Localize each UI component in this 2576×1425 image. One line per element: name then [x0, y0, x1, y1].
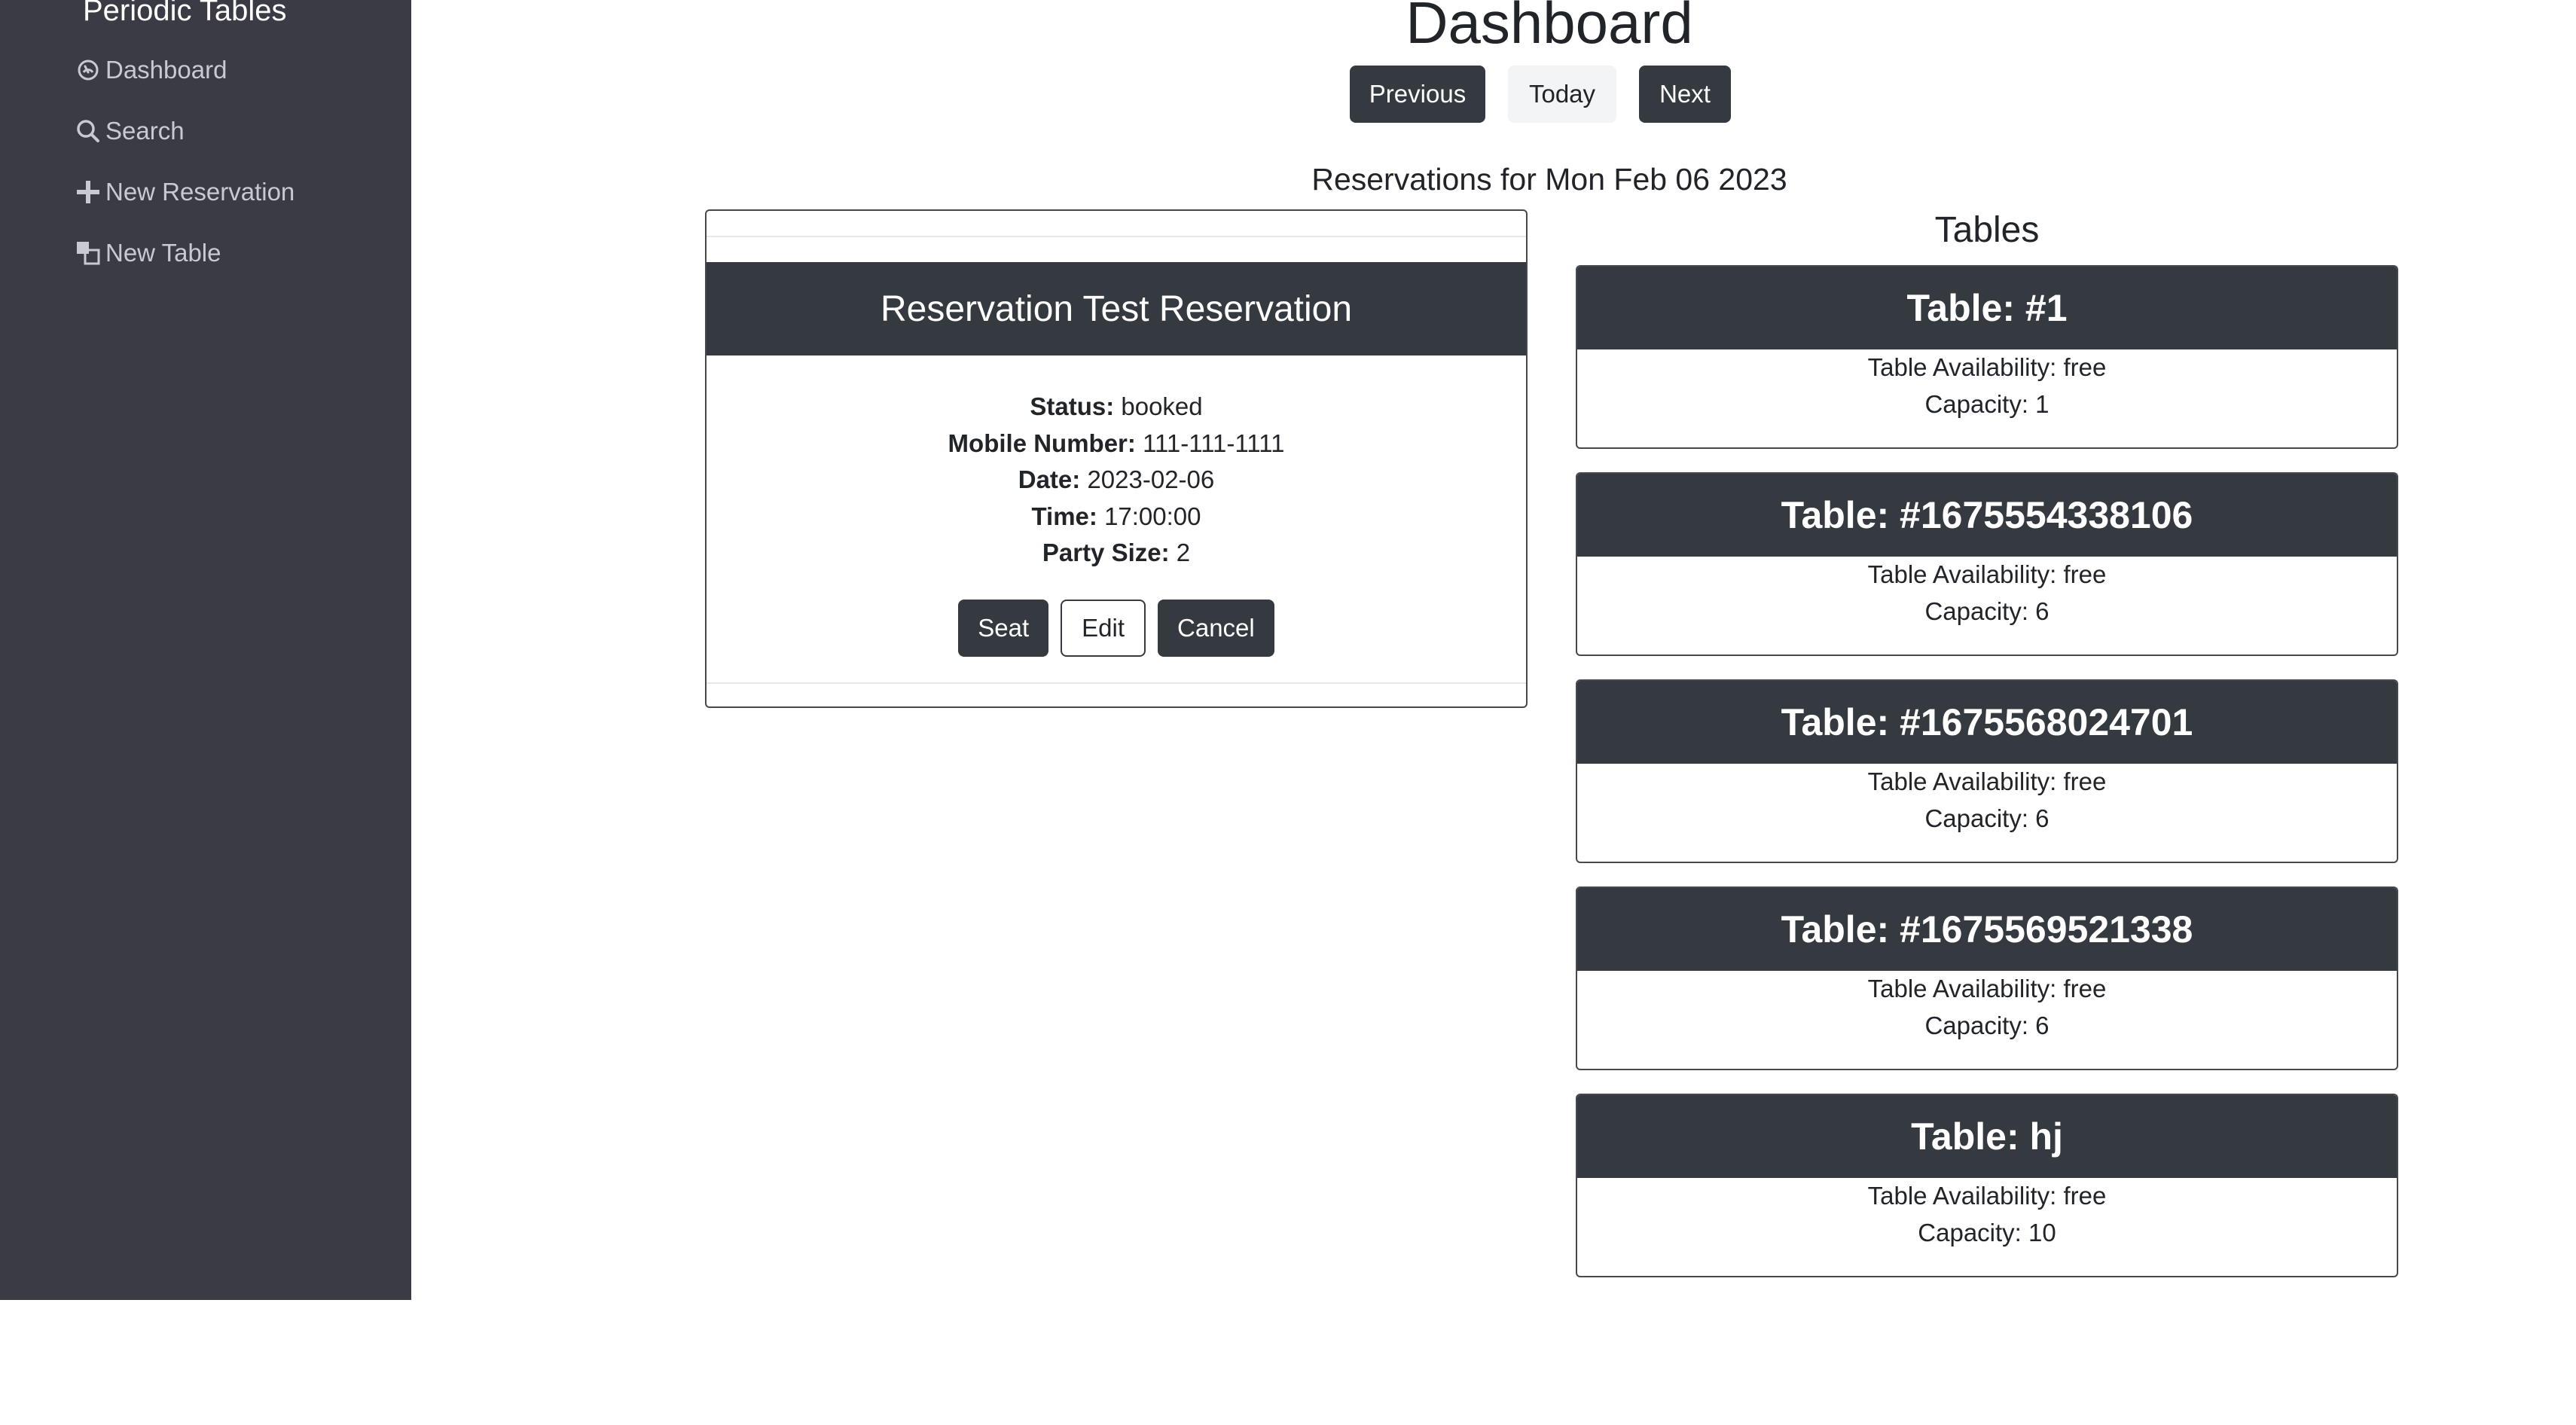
party-size-value: 2 — [1176, 539, 1191, 566]
mobile-value: 111-111-1111 — [1143, 429, 1285, 457]
plus-icon — [77, 181, 99, 203]
tables-heading: Tables — [1934, 210, 2040, 250]
table-card: Table: #1675554338106 Table Availability… — [1576, 472, 2398, 656]
status-value: booked — [1121, 392, 1203, 420]
reservation-actions: Seat Edit Cancel — [707, 600, 1526, 657]
table-capacity: Capacity: 1 — [1924, 389, 2050, 418]
sidebar: Periodic Tables Dashboard Search New Res… — [0, 0, 411, 1300]
table-info: Table Availability: free Capacity: 6 — [1577, 764, 2397, 837]
sidebar-item-search[interactable]: Search — [75, 117, 185, 145]
table-card: Table: #1675569521338 Table Availability… — [1576, 886, 2398, 1070]
reservations-date-heading: Reservations for Mon Feb 06 2023 — [1311, 162, 1787, 197]
status-row: Status: booked — [707, 389, 1526, 426]
table-card: Table: hj Table Availability: free Capac… — [1576, 1094, 2398, 1277]
page-title: Dashboard — [1406, 0, 1693, 56]
table-capacity: Capacity: 6 — [1924, 597, 2050, 625]
table-availability: Table Availability: free — [1867, 560, 2107, 588]
seat-button[interactable]: Seat — [958, 600, 1049, 657]
table-capacity: Capacity: 10 — [1918, 1218, 2056, 1246]
table-info: Table Availability: free Capacity: 10 — [1577, 1178, 2397, 1251]
table-availability: Table Availability: free — [1867, 353, 2107, 381]
brand-title[interactable]: Periodic Tables — [83, 0, 287, 30]
table-name: Table: #1675568024701 — [1577, 681, 2397, 764]
search-icon — [77, 120, 99, 142]
status-label: Status: — [1030, 392, 1115, 420]
party-size-label: Party Size: — [1042, 539, 1170, 566]
reservation-card: Reservation Test Reservation Status: boo… — [705, 209, 1528, 708]
table-card: Table: #1675568024701 Table Availability… — [1576, 679, 2398, 863]
table-info: Table Availability: free Capacity: 6 — [1577, 971, 2397, 1044]
sidebar-item-new-reservation[interactable]: New Reservation — [75, 178, 295, 206]
sidebar-item-label: New Reservation — [105, 178, 295, 206]
dashboard-icon — [78, 60, 99, 81]
sidebar-item-label: Search — [105, 117, 185, 145]
party-size-row: Party Size: 2 — [707, 535, 1526, 572]
table-name: Table: #1675569521338 — [1577, 888, 2397, 971]
time-label: Time: — [1031, 502, 1097, 530]
table-info: Table Availability: free Capacity: 1 — [1577, 349, 2397, 423]
time-row: Time: 17:00:00 — [707, 499, 1526, 536]
reservation-details: Status: booked Mobile Number: 111-111-11… — [707, 389, 1526, 572]
table-availability: Table Availability: free — [1867, 975, 2107, 1002]
page: Periodic Tables Dashboard Search New Res… — [0, 0, 2576, 1425]
table-name: Table: #1675554338106 — [1577, 474, 2397, 557]
sidebar-item-label: Dashboard — [105, 56, 227, 84]
divider — [707, 682, 1526, 684]
date-row: Date: 2023-02-06 — [707, 462, 1526, 499]
date-label: Date: — [1018, 465, 1081, 493]
time-value: 17:00:00 — [1104, 502, 1201, 530]
mobile-label: Mobile Number: — [948, 429, 1136, 457]
next-button[interactable]: Next — [1639, 66, 1731, 123]
table-availability: Table Availability: free — [1867, 767, 2107, 795]
cancel-button[interactable]: Cancel — [1158, 600, 1274, 657]
sidebar-item-dashboard[interactable]: Dashboard — [75, 56, 227, 84]
sidebar-item-new-table[interactable]: New Table — [75, 239, 221, 267]
table-name: Table: hj — [1577, 1095, 2397, 1178]
table-info: Table Availability: free Capacity: 6 — [1577, 557, 2397, 630]
today-button[interactable]: Today — [1508, 66, 1616, 123]
mobile-row: Mobile Number: 111-111-1111 — [707, 426, 1526, 462]
table-name: Table: #1 — [1577, 267, 2397, 349]
reservation-title: Reservation Test Reservation — [707, 262, 1526, 355]
sidebar-item-label: New Table — [105, 239, 221, 267]
previous-button[interactable]: Previous — [1350, 66, 1485, 123]
table-capacity: Capacity: 6 — [1924, 804, 2050, 832]
edit-button[interactable]: Edit — [1061, 600, 1146, 657]
table-capacity: Capacity: 6 — [1924, 1011, 2050, 1039]
divider — [707, 236, 1526, 237]
table-availability: Table Availability: free — [1867, 1182, 2107, 1210]
date-value: 2023-02-06 — [1087, 465, 1215, 493]
table-card: Table: #1 Table Availability: free Capac… — [1576, 265, 2398, 449]
layers-icon — [77, 242, 100, 265]
